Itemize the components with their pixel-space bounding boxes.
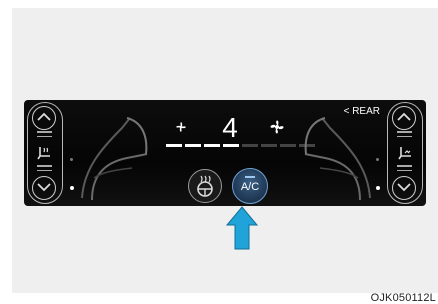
fan-level-segment xyxy=(185,144,201,147)
left-seat-control xyxy=(27,102,63,204)
left-indicator-dot-dim xyxy=(70,158,73,161)
chevron-up-icon xyxy=(397,112,411,121)
chevron-down-icon xyxy=(37,183,51,192)
fan-low-icon xyxy=(176,122,186,132)
fan-high-icon xyxy=(270,120,284,134)
chevron-up-icon xyxy=(37,112,51,121)
ac-indicator-bar xyxy=(245,176,255,178)
right-seat-down-button[interactable] xyxy=(392,176,416,200)
left-seat-down-button[interactable] xyxy=(32,176,56,200)
left-seat-level-bars-bottom xyxy=(37,165,52,174)
climate-control-panel: 4 < REAR A/C xyxy=(24,100,426,206)
fan-level-segment xyxy=(242,144,258,147)
figure-caption: OJK050112L xyxy=(370,292,436,304)
heated-seat-icon xyxy=(36,145,54,166)
fan-level-segment xyxy=(223,144,239,147)
left-seat-level-bars-top xyxy=(37,131,52,140)
right-seat-control xyxy=(387,102,423,204)
fan-speed-value: 4 xyxy=(222,112,238,143)
fan-level-segment xyxy=(204,144,220,147)
left-seat-illustration xyxy=(81,117,148,201)
fan-speed-row: 4 xyxy=(170,112,290,144)
right-indicator-dot xyxy=(376,186,380,190)
heated-steering-wheel-button[interactable] xyxy=(188,169,222,203)
right-indicator-dot-dim xyxy=(376,158,379,161)
right-seat-level-bars-bottom xyxy=(397,165,412,174)
ventilated-seat-icon xyxy=(396,145,414,166)
pointer-arrow-icon xyxy=(225,206,259,250)
fan-level-segment xyxy=(166,144,182,147)
fan-level-segment xyxy=(280,144,296,147)
left-indicator-dot xyxy=(70,186,74,190)
ac-button-label: A/C xyxy=(240,181,260,193)
chevron-down-icon xyxy=(397,183,411,192)
left-seat-up-button[interactable] xyxy=(32,106,56,130)
ac-button[interactable]: A/C xyxy=(232,168,268,204)
fan-level-segment xyxy=(261,144,277,147)
right-seat-up-button[interactable] xyxy=(392,106,416,130)
heated-steering-wheel-icon xyxy=(197,175,213,197)
right-seat-level-bars-top xyxy=(397,131,412,140)
right-seat-illustration xyxy=(304,117,371,201)
